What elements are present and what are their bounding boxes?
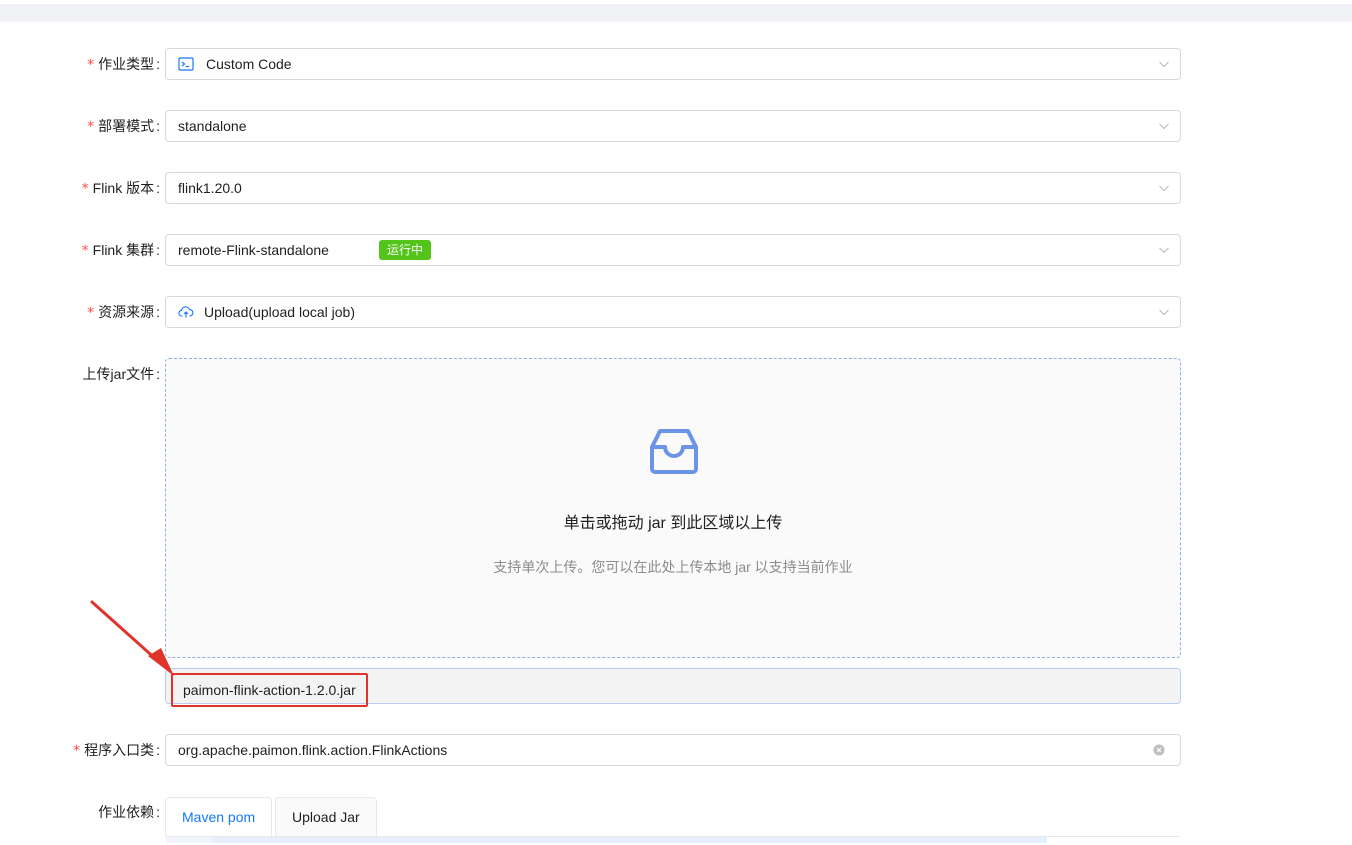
main-class-value: org.apache.paimon.flink.action.FlinkActi… [178,742,448,758]
job-type-label: * 作业类型: [87,56,160,73]
chevron-down-icon [1159,123,1169,130]
resource-source-label: * 资源来源: [87,304,160,321]
flink-cluster-row: * Flink 集群: remote-Flink-standalone 运行中 [0,234,1352,266]
cluster-status-badge: 运行中 [379,240,432,260]
main-class-input[interactable]: org.apache.paimon.flink.action.FlinkActi… [165,734,1181,766]
flink-version-row: * Flink 版本: flink1.20.0 [0,172,1352,204]
annotation-arrow-icon [90,600,174,676]
main-class-label: * 程序入口类: [73,742,160,759]
top-header-strip [0,4,1352,22]
uploaded-file-list: paimon-flink-action-1.2.0.jar [165,668,1181,707]
job-type-value: Custom Code [206,56,292,72]
job-type-select[interactable]: Custom Code [165,48,1181,80]
code-terminal-icon [178,57,194,71]
editor-active-line [213,837,1047,843]
flink-version-value: flink1.20.0 [178,180,242,196]
flink-cluster-value: remote-Flink-standalone [178,242,329,258]
flink-version-label: * Flink 版本: [81,180,160,197]
flink-cluster-select[interactable]: remote-Flink-standalone 运行中 [165,234,1181,266]
deploy-mode-value: standalone [178,118,247,134]
upload-jar-label: 上传jar文件: [82,366,160,382]
chevron-down-icon [1159,247,1169,254]
flink-version-select[interactable]: flink1.20.0 [165,172,1181,204]
tab-upload-jar[interactable]: Upload Jar [275,797,377,836]
deploy-mode-row: * 部署模式: standalone [0,110,1352,142]
flink-cluster-label: * Flink 集群: [81,242,160,259]
main-class-row: * 程序入口类: org.apache.paimon.flink.action.F… [0,734,1352,766]
chevron-down-icon [1159,185,1169,192]
resource-source-row: * 资源来源: Upload(upload local job) [0,296,1352,328]
chevron-down-icon [1159,61,1169,68]
editor-gutter [166,837,213,843]
dropzone-title: 单击或拖动 jar 到此区域以上传 [563,515,783,532]
dropzone-hint: 支持单次上传。您可以在此处上传本地 jar 以支持当前作业 [493,559,853,575]
job-type-row: * 作业类型: Custom Code [0,48,1352,80]
inbox-icon [650,429,698,474]
cloud-upload-icon [178,306,194,318]
resource-source-select[interactable]: Upload(upload local job) [165,296,1181,328]
dependencies-label: 作业依赖: [98,804,160,820]
deploy-mode-label: * 部署模式: [87,118,160,135]
tab-maven-pom[interactable]: Maven pom [165,797,273,836]
resource-source-value: Upload(upload local job) [204,304,355,320]
deploy-mode-select[interactable]: standalone [165,110,1181,142]
clear-icon[interactable] [1153,744,1165,756]
uploaded-file-item[interactable]: paimon-flink-action-1.2.0.jar [171,673,368,707]
jar-upload-dropzone[interactable]: 单击或拖动 jar 到此区域以上传 支持单次上传。您可以在此处上传本地 jar … [165,358,1181,658]
chevron-down-icon [1159,309,1169,316]
